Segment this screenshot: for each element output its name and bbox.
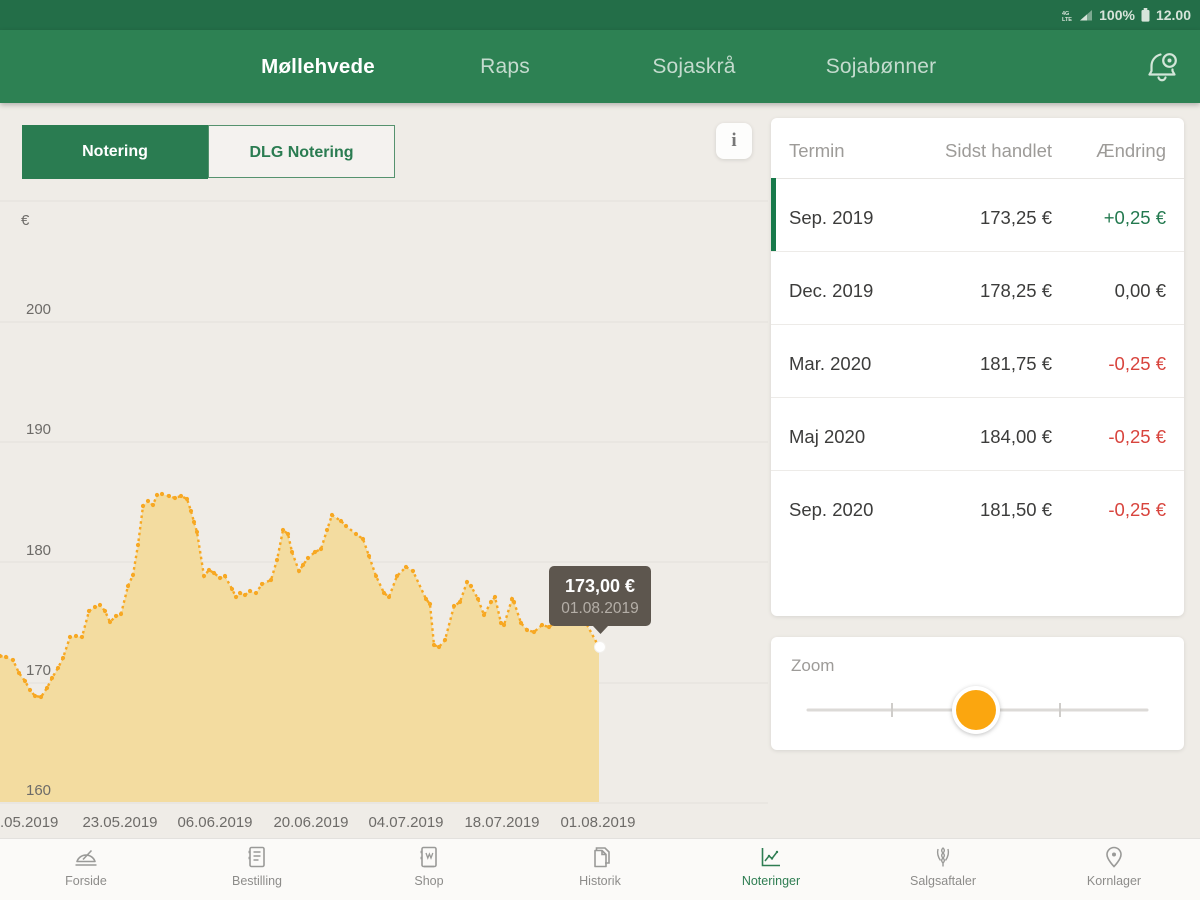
svg-text:173,00 €: 173,00 € [565, 576, 635, 596]
svg-text:20.06.2019: 20.06.2019 [273, 814, 348, 831]
svg-text:200: 200 [26, 301, 51, 318]
svg-text:04.07.2019: 04.07.2019 [368, 814, 443, 831]
svg-text:170: 170 [26, 662, 51, 679]
svg-text:01.08.2019: 01.08.2019 [560, 814, 635, 831]
svg-text:23.05.2019: 23.05.2019 [82, 814, 157, 831]
svg-text:01.08.2019: 01.08.2019 [561, 600, 639, 617]
svg-text:LTE: LTE [1062, 17, 1072, 21]
svg-text:160: 160 [26, 782, 51, 799]
svg-text:€: € [21, 212, 30, 229]
svg-text:.05.2019: .05.2019 [0, 814, 58, 831]
svg-text:180: 180 [26, 542, 51, 559]
svg-text:18.07.2019: 18.07.2019 [464, 814, 539, 831]
svg-text:190: 190 [26, 421, 51, 438]
svg-text:06.06.2019: 06.06.2019 [177, 814, 252, 831]
